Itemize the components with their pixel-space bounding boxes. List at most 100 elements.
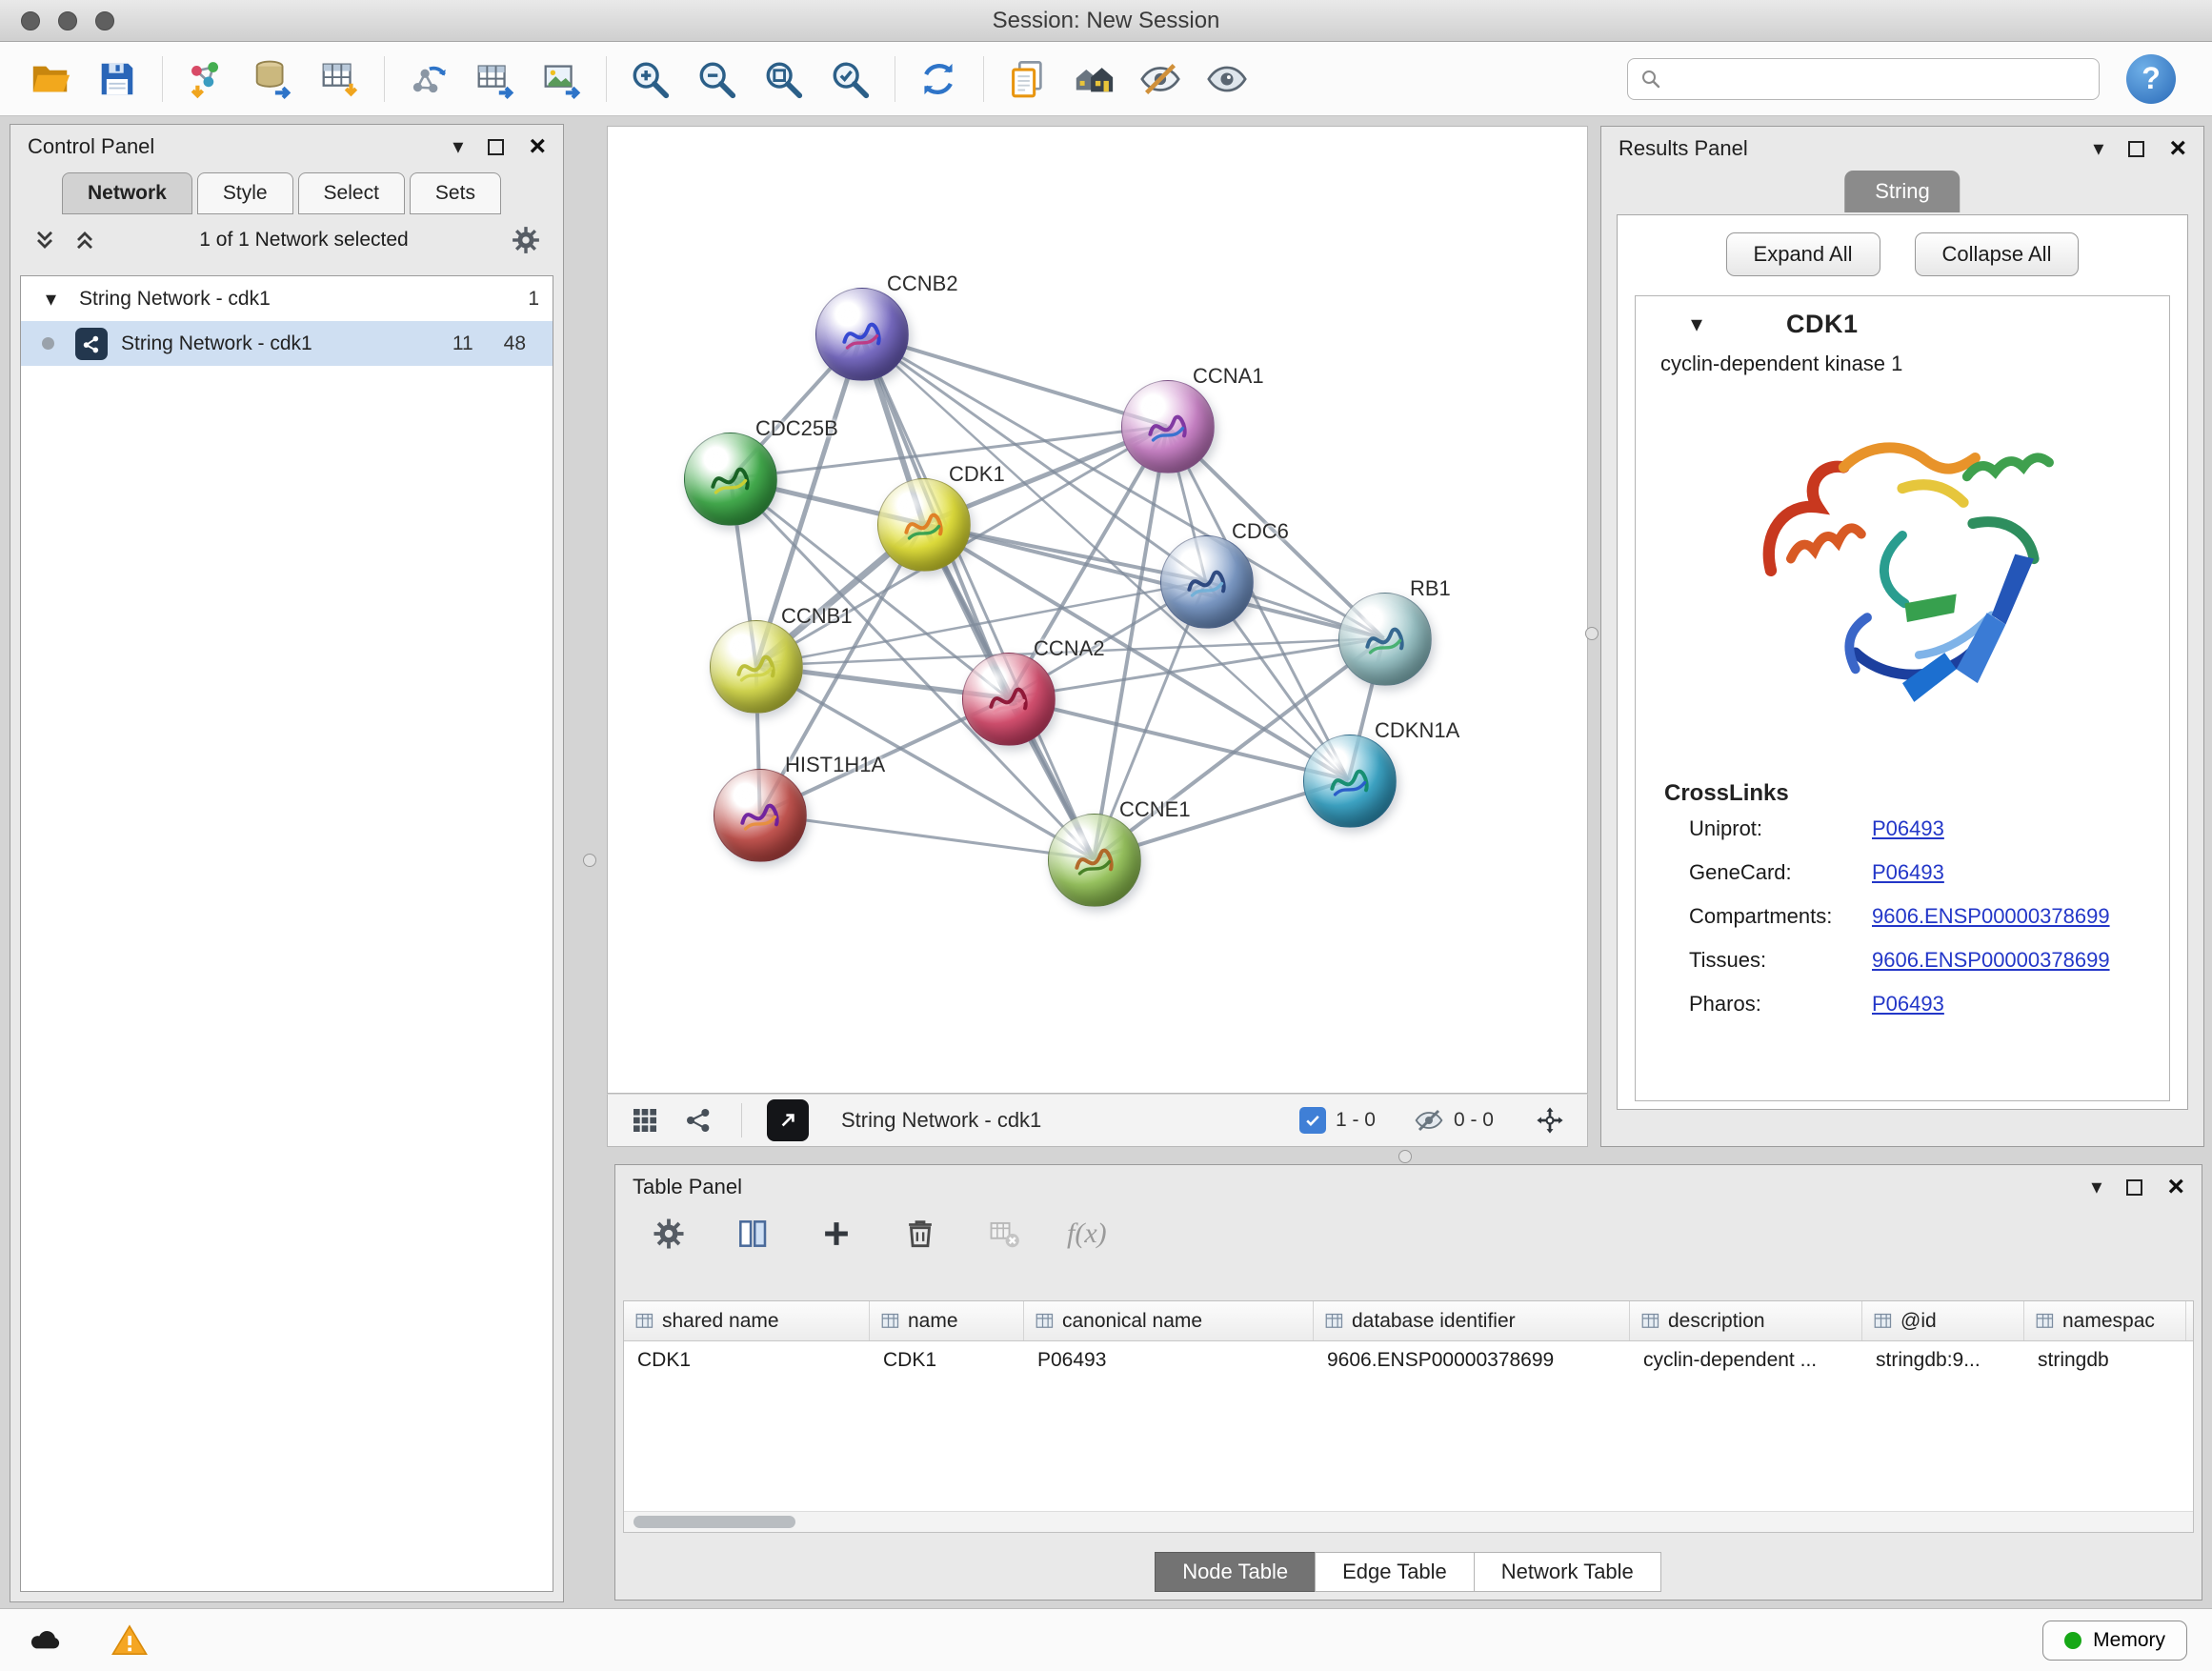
splitter-handle[interactable] [1398, 1150, 1412, 1163]
table-cell[interactable]: stringdb [2024, 1349, 2186, 1372]
protein-collapse-icon[interactable]: ▾ [1691, 311, 1702, 338]
birdseye-grid-icon[interactable] [627, 1102, 663, 1138]
tab-select[interactable]: Select [298, 172, 405, 214]
protein-section-header[interactable]: ▾ CDK1 [1636, 296, 2169, 352]
scrollbar-thumb[interactable] [633, 1516, 795, 1528]
network-row[interactable]: String Network - cdk1 11 48 [21, 321, 553, 366]
expand-all-networks-icon[interactable] [71, 227, 98, 253]
import-network-file-icon[interactable] [178, 51, 233, 107]
network-node-HIST1H1A[interactable] [714, 769, 807, 862]
cloud-icon[interactable] [25, 1620, 67, 1661]
network-node-CCNB2[interactable] [815, 288, 909, 381]
function-builder-icon[interactable]: f(x) [1067, 1218, 1107, 1250]
crosslink-value[interactable]: 9606.ENSP00000378699 [1872, 904, 2110, 929]
add-column-icon[interactable] [815, 1213, 857, 1255]
warning-icon[interactable] [109, 1620, 151, 1661]
panel-close-icon[interactable]: × [2167, 1173, 2184, 1201]
collapse-all-networks-icon[interactable] [31, 227, 58, 253]
memory-button[interactable]: Memory [2042, 1621, 2187, 1661]
open-session-icon[interactable] [23, 51, 78, 107]
splitter-handle[interactable] [1585, 627, 1599, 640]
tab-string[interactable]: String [1844, 171, 1960, 212]
table-row[interactable]: CDK1CDK1P064939606.ENSP00000378699cyclin… [624, 1341, 2193, 1379]
collection-expand-icon[interactable]: ▾ [46, 287, 56, 312]
table-cell[interactable]: CDK1 [870, 1349, 1024, 1372]
column-header-namespac[interactable]: namespac [2024, 1301, 2186, 1340]
zoom-out-icon[interactable] [689, 51, 744, 107]
column-header-description[interactable]: description [1630, 1301, 1862, 1340]
maximize-window-button[interactable] [95, 11, 114, 30]
copy-document-icon[interactable] [999, 51, 1055, 107]
panel-float-icon[interactable] [488, 139, 504, 155]
network-edge-HIST1H1A-CCNE1[interactable] [760, 815, 1094, 859]
tab-edge-table[interactable]: Edge Table [1315, 1552, 1475, 1592]
panel-menu-icon[interactable]: ▾ [452, 134, 463, 159]
table-settings-gear-icon[interactable] [648, 1213, 690, 1255]
network-node-CDKN1A[interactable] [1303, 735, 1397, 828]
crosslink-value[interactable]: P06493 [1872, 816, 1944, 841]
collapse-all-button[interactable]: Collapse All [1915, 232, 2080, 276]
crosslink-value[interactable]: P06493 [1872, 992, 1944, 1017]
network-node-CCNE1[interactable] [1048, 814, 1141, 907]
show-columns-icon[interactable] [732, 1213, 774, 1255]
search-box[interactable] [1627, 58, 2100, 100]
column-header--id[interactable]: @id [1862, 1301, 2024, 1340]
network-node-CCNB1[interactable] [710, 620, 803, 714]
zoom-fit-icon[interactable] [755, 51, 811, 107]
tab-sets[interactable]: Sets [410, 172, 501, 214]
network-edge-CCNB2-CCNE1[interactable] [861, 334, 1094, 859]
tab-network-table[interactable]: Network Table [1474, 1552, 1661, 1592]
network-node-CCNA2[interactable] [962, 653, 1056, 746]
zoom-selected-icon[interactable] [822, 51, 877, 107]
tab-node-table[interactable]: Node Table [1155, 1552, 1316, 1592]
panel-float-icon[interactable] [2126, 1179, 2142, 1196]
export-table-icon[interactable] [467, 51, 522, 107]
export-image-icon[interactable] [533, 51, 589, 107]
panel-close-icon[interactable]: × [2169, 134, 2186, 163]
column-header-name[interactable]: name [870, 1301, 1024, 1340]
panel-menu-icon[interactable]: ▾ [2093, 136, 2103, 161]
crosslink-value[interactable]: P06493 [1872, 860, 1944, 885]
panel-menu-icon[interactable]: ▾ [2091, 1175, 2101, 1199]
save-session-icon[interactable] [90, 51, 145, 107]
string-share-icon[interactable] [680, 1102, 716, 1138]
network-node-CDK1[interactable] [877, 478, 971, 572]
network-node-CDC25B[interactable] [684, 433, 777, 526]
tab-style[interactable]: Style [197, 172, 293, 214]
column-header-shared-name[interactable]: shared name [624, 1301, 870, 1340]
export-network-icon[interactable] [400, 51, 455, 107]
crosshair-icon[interactable] [1532, 1102, 1568, 1138]
homes-icon[interactable] [1066, 51, 1121, 107]
splitter-handle[interactable] [583, 854, 596, 867]
crosslink-value[interactable]: 9606.ENSP00000378699 [1872, 948, 2110, 973]
eye-icon[interactable] [1199, 51, 1255, 107]
import-network-database-icon[interactable] [245, 51, 300, 107]
tab-network[interactable]: Network [62, 172, 192, 214]
network-node-CCNA1[interactable] [1121, 380, 1215, 473]
network-node-CDC6[interactable] [1160, 535, 1254, 629]
export-view-button[interactable] [767, 1099, 809, 1141]
column-header-database-identifier[interactable]: database identifier [1314, 1301, 1630, 1340]
horizontal-scrollbar[interactable] [624, 1511, 2193, 1532]
search-input[interactable] [1672, 68, 2087, 91]
zoom-in-icon[interactable] [622, 51, 677, 107]
hidden-eye-icon[interactable] [1414, 1105, 1444, 1136]
network-node-RB1[interactable] [1338, 593, 1432, 686]
panel-float-icon[interactable] [2128, 141, 2144, 157]
expand-all-button[interactable]: Expand All [1726, 232, 1880, 276]
network-canvas[interactable]: CCNB2CCNA1CDC25BCDK1CDC6RB1CCNB1CCNA2CDK… [607, 126, 1588, 1094]
close-window-button[interactable] [21, 11, 40, 30]
hide-graphics-details-icon[interactable] [1133, 51, 1188, 107]
column-header-canonical-name[interactable]: canonical name [1024, 1301, 1314, 1340]
selected-checkbox-icon[interactable] [1299, 1107, 1326, 1134]
table-cell[interactable]: P06493 [1024, 1349, 1314, 1372]
refresh-layout-icon[interactable] [911, 51, 966, 107]
table-cell[interactable]: CDK1 [624, 1349, 870, 1372]
table-cell[interactable]: 9606.ENSP00000378699 [1314, 1349, 1630, 1372]
panel-close-icon[interactable]: × [529, 132, 546, 161]
import-table-file-icon[interactable] [312, 51, 367, 107]
network-edge-CCNB2-CCNA1[interactable] [861, 334, 1166, 427]
table-cell[interactable]: stringdb:9... [1862, 1349, 2024, 1372]
delete-column-icon[interactable] [899, 1213, 941, 1255]
network-collection-row[interactable]: ▾ String Network - cdk1 1 [21, 276, 553, 321]
